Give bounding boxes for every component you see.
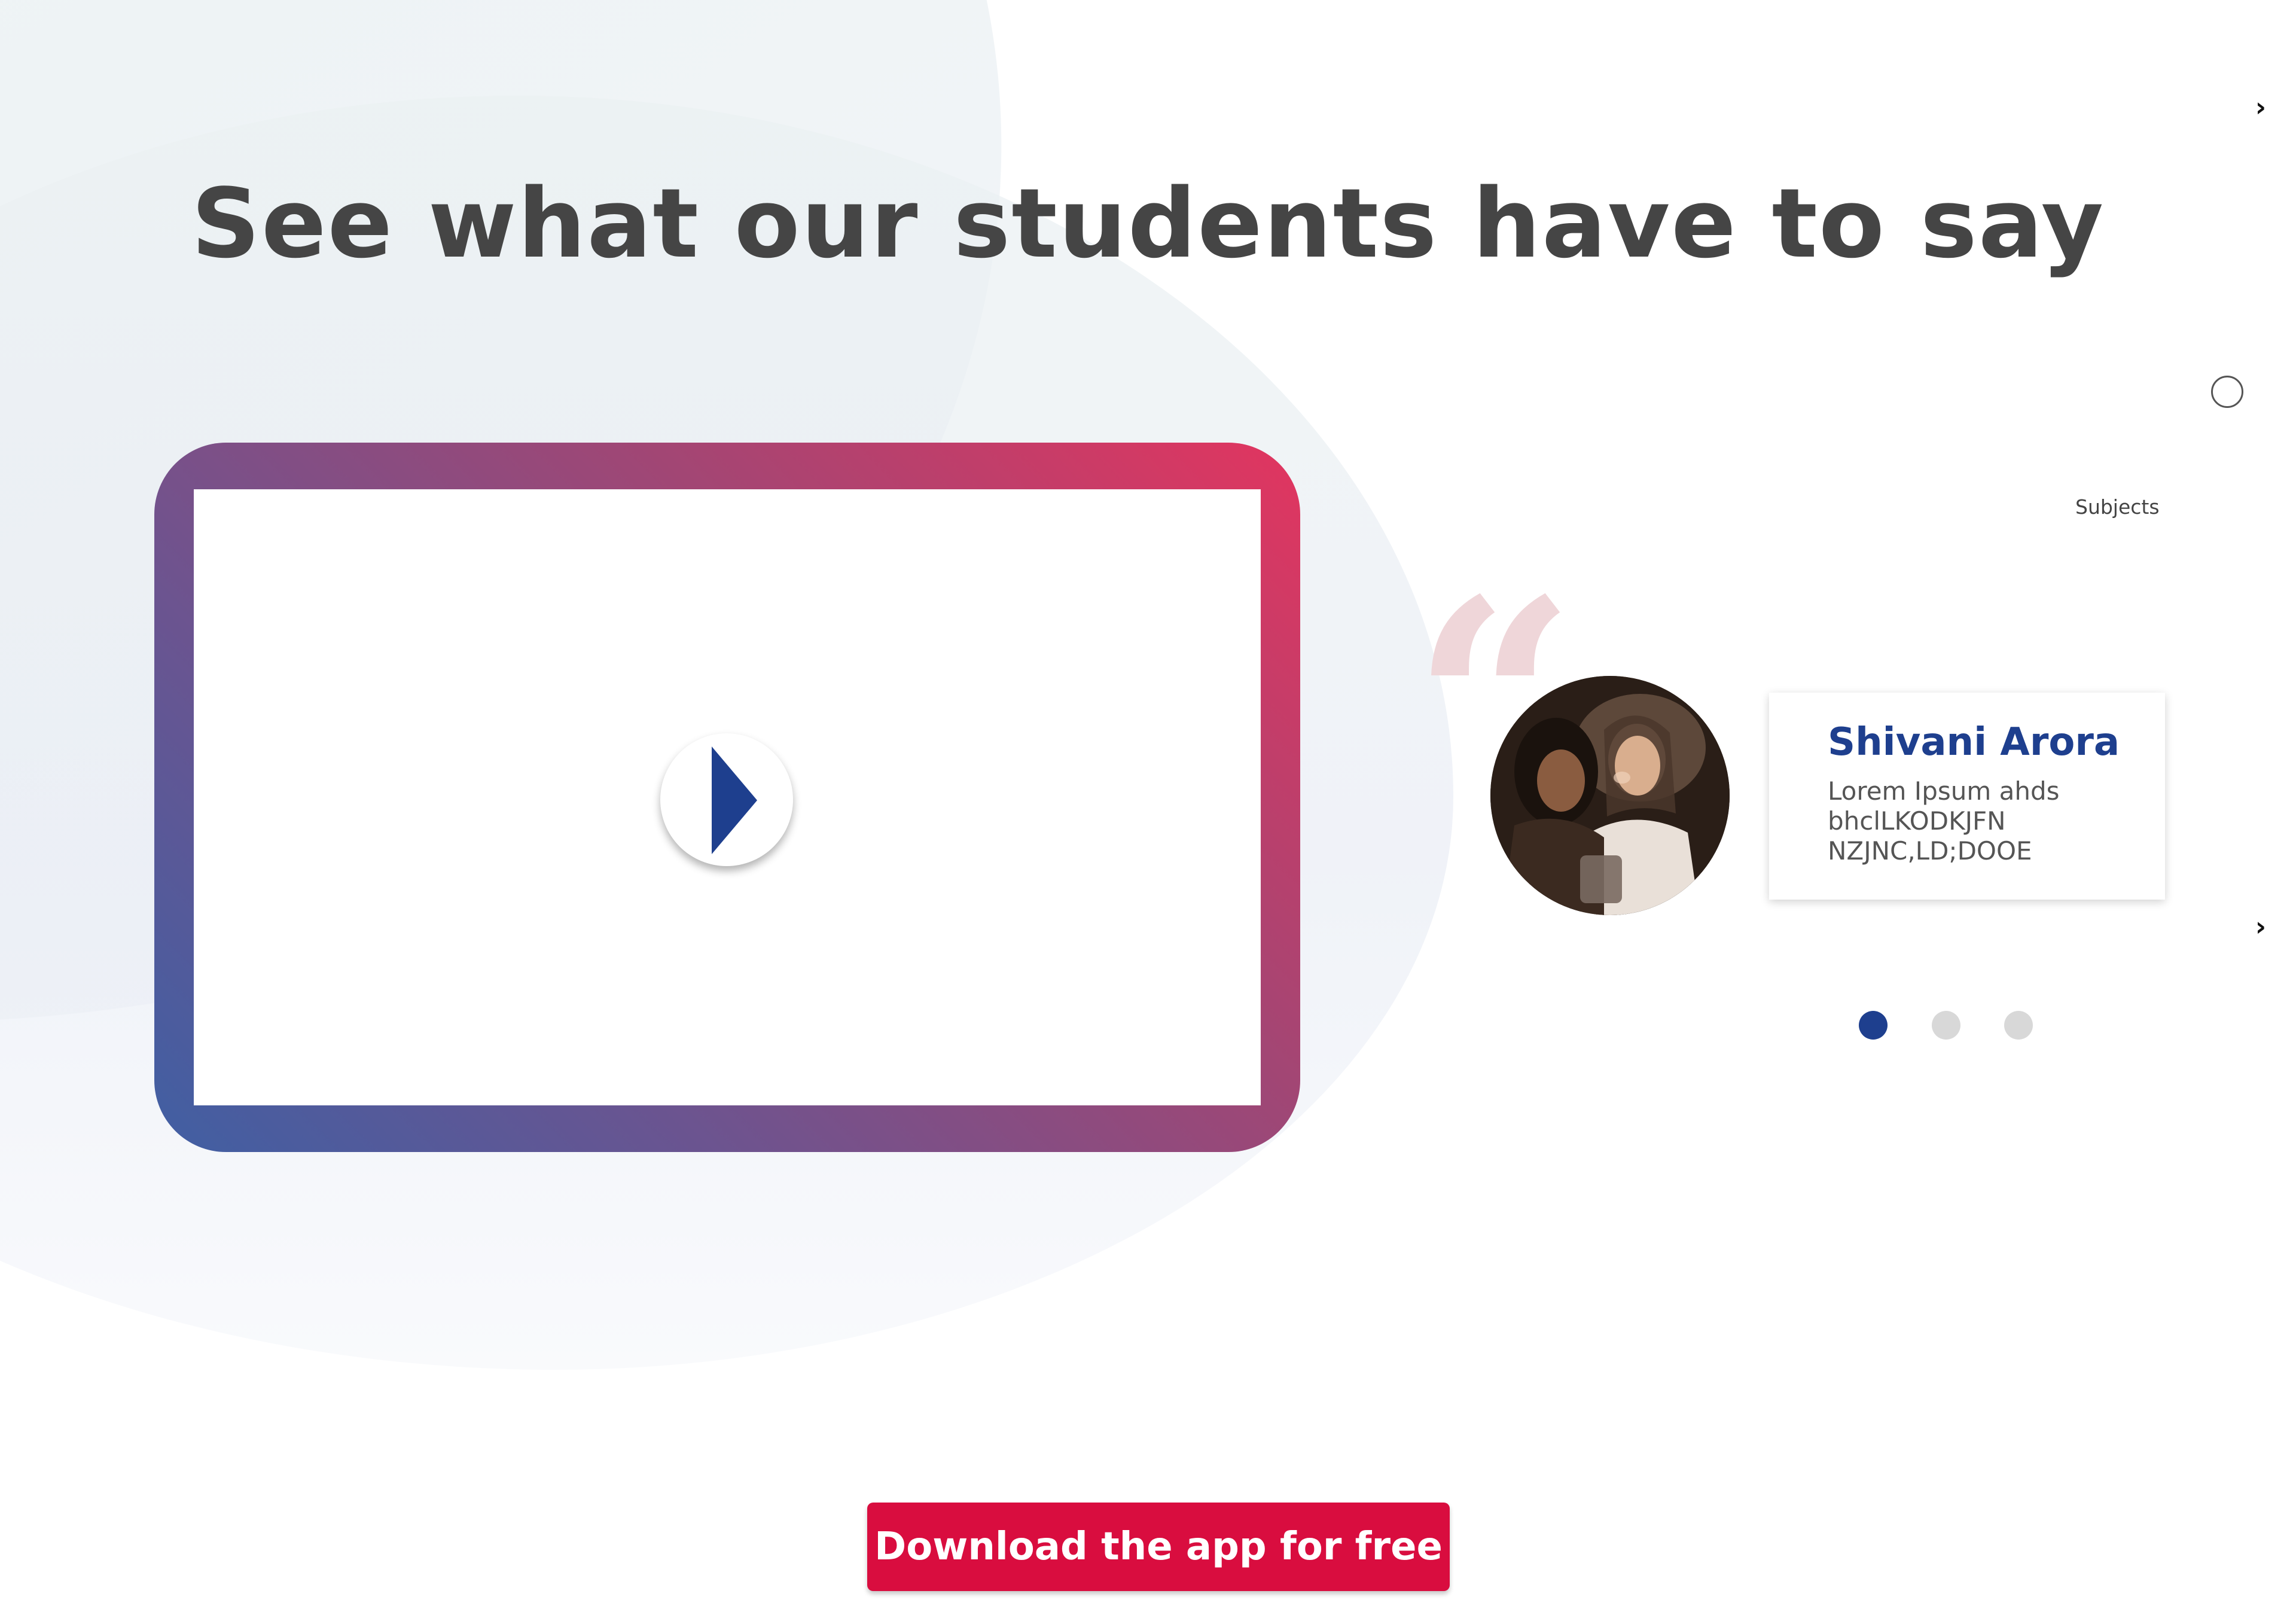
play-button[interactable] <box>660 733 793 866</box>
testimonial-name: Shivani Arora <box>1828 720 2120 764</box>
avatar-photo <box>1490 676 1730 915</box>
testimonials-page: See what our students have to say › Subj… <box>0 0 2296 1612</box>
subjects-link[interactable]: Subjects <box>2075 495 2160 519</box>
testimonial-text: Lorem Ipsum ahds bhclLKODKJFN NZJNC,LD;D… <box>1828 776 2060 866</box>
play-icon <box>712 746 757 854</box>
carousel-dot-2[interactable] <box>1932 1011 1960 1040</box>
video-frame <box>154 443 1300 1152</box>
video-player[interactable] <box>194 489 1261 1105</box>
carousel-dot-3[interactable] <box>2004 1011 2033 1040</box>
chevron-right-icon[interactable]: › <box>2249 95 2273 121</box>
circle-outline-icon[interactable] <box>2211 376 2243 408</box>
avatar <box>1490 676 1730 915</box>
section-heading: See what our students have to say <box>191 167 2105 279</box>
carousel-dots <box>1859 1011 2050 1041</box>
testimonial-card: Shivani Arora Lorem Ipsum ahds bhclLKODK… <box>1769 693 2165 900</box>
download-app-button[interactable]: Download the app for free <box>867 1503 1450 1591</box>
carousel-dot-1[interactable] <box>1859 1011 1888 1040</box>
chevron-right-icon[interactable]: › <box>2249 914 2273 940</box>
